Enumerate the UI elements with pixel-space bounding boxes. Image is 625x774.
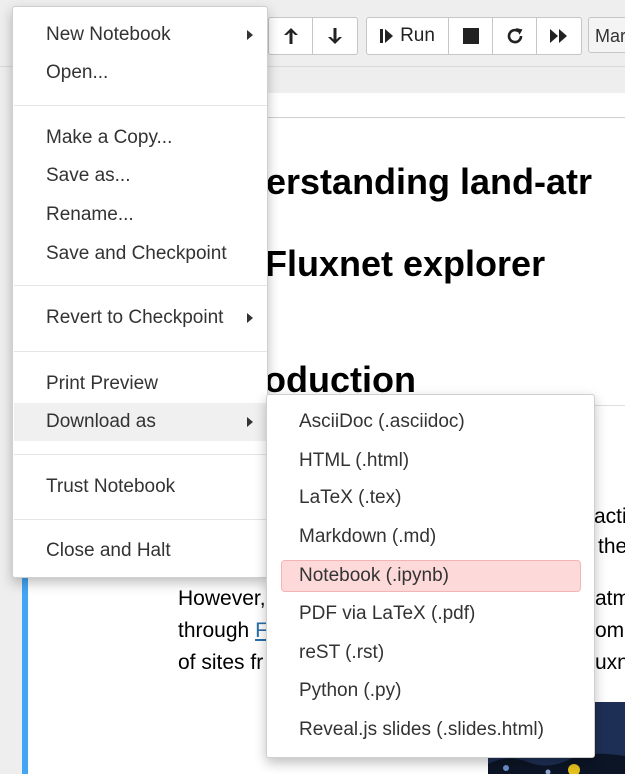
menu-divider: [14, 351, 267, 352]
menu-divider: [14, 285, 267, 286]
menu-item-label: Download as: [46, 411, 156, 432]
menu-item-open[interactable]: Open...: [14, 54, 267, 92]
menu-item-label: Save as...: [46, 165, 131, 186]
cell-type-select[interactable]: Markdown: [588, 17, 625, 53]
menu-item-label: Close and Halt: [46, 540, 171, 561]
paragraph-line: through F: [178, 615, 268, 647]
paragraph-line-end: om: [595, 619, 625, 642]
paragraph-line-end: atm: [595, 587, 625, 610]
menu-item-label: Print Preview: [46, 373, 158, 394]
download-latex[interactable]: LaTeX (.tex): [281, 482, 581, 514]
download-python[interactable]: Python (.py): [281, 675, 581, 707]
download-markdown[interactable]: Markdown (.md): [281, 521, 581, 553]
interrupt-kernel-button[interactable]: [449, 18, 493, 54]
menu-item-rename[interactable]: Rename...: [14, 196, 267, 234]
fast-forward-icon: [549, 28, 569, 44]
paragraph-line-end: uxn: [595, 651, 625, 674]
paragraph-text: through: [178, 619, 250, 642]
selected-cell-indicator: [22, 570, 28, 774]
notebook-heading-line2: Fluxnet explorer: [265, 243, 546, 284]
submenu-item-label: Reveal.js slides (.slides.html): [299, 719, 544, 740]
restart-kernel-button[interactable]: [493, 18, 537, 54]
menu-item-new-notebook[interactable]: New Notebook: [14, 16, 267, 54]
menu-item-label: Trust Notebook: [46, 476, 176, 497]
submenu-item-label: reST (.rst): [299, 642, 385, 663]
move-cell-down-button[interactable]: [313, 18, 357, 54]
run-button[interactable]: Run: [367, 18, 449, 54]
download-rest[interactable]: reST (.rst): [281, 637, 581, 669]
menu-item-close-halt[interactable]: Close and Halt: [14, 532, 267, 570]
arrow-up-icon: [283, 27, 299, 45]
submenu-item-label: Notebook (.ipynb): [299, 565, 449, 586]
menu-divider: [14, 105, 267, 106]
text-fragment: acti: [594, 505, 625, 528]
menu-item-make-copy[interactable]: Make a Copy...: [14, 119, 267, 157]
stop-icon: [462, 28, 479, 44]
move-cell-group: [268, 17, 358, 55]
text-fragment: the: [598, 535, 625, 558]
menu-item-trust-notebook[interactable]: Trust Notebook: [14, 468, 267, 506]
menu-item-label: Open...: [46, 62, 109, 83]
run-all-button[interactable]: [537, 18, 581, 54]
file-menu: New Notebook Open... Make a Copy... Save…: [12, 6, 268, 578]
download-notebook-ipynb[interactable]: Notebook (.ipynb): [281, 560, 581, 592]
menu-item-label: Revert to Checkpoint: [46, 307, 224, 328]
menu-item-label: New Notebook: [46, 24, 171, 45]
menu-item-download-as[interactable]: Download as: [14, 403, 267, 441]
submenu-item-label: Markdown (.md): [299, 526, 437, 547]
menu-item-label: Make a Copy...: [46, 127, 173, 148]
menu-item-label: Rename...: [46, 204, 134, 225]
move-cell-up-button[interactable]: [269, 18, 313, 54]
menu-item-label: Save and Checkpoint: [46, 243, 227, 264]
download-reveal-slides[interactable]: Reveal.js slides (.slides.html): [281, 714, 581, 746]
run-controls-group: Run: [366, 17, 582, 55]
submenu-caret-icon: [247, 30, 253, 40]
menu-item-save-as[interactable]: Save as...: [14, 157, 267, 195]
submenu-item-label: LaTeX (.tex): [299, 487, 402, 508]
run-button-label: Run: [400, 25, 435, 46]
submenu-item-label: PDF via LaTeX (.pdf): [299, 603, 476, 624]
menu-item-print-preview[interactable]: Print Preview: [14, 365, 267, 403]
download-as-submenu: AsciiDoc (.asciidoc) HTML (.html) LaTeX …: [266, 394, 595, 758]
restart-icon: [506, 27, 524, 45]
notebook-heading-line1: erstanding land-atr: [266, 161, 593, 202]
arrow-down-icon: [327, 27, 343, 45]
paragraph-line: of sites fr: [178, 651, 264, 674]
download-html[interactable]: HTML (.html): [281, 445, 581, 477]
submenu-item-label: AsciiDoc (.asciidoc): [299, 411, 465, 432]
submenu-caret-icon: [247, 313, 253, 323]
menu-divider: [14, 519, 267, 520]
download-asciidoc[interactable]: AsciiDoc (.asciidoc): [281, 406, 581, 438]
paragraph-line: However,: [178, 587, 266, 610]
submenu-caret-icon: [247, 417, 253, 427]
menu-item-revert-checkpoint[interactable]: Revert to Checkpoint: [14, 299, 267, 337]
download-pdf-latex[interactable]: PDF via LaTeX (.pdf): [281, 598, 581, 630]
submenu-item-label: HTML (.html): [299, 450, 410, 471]
submenu-item-label: Python (.py): [299, 680, 402, 701]
menu-item-save-checkpoint[interactable]: Save and Checkpoint: [14, 235, 267, 273]
menu-divider: [14, 454, 267, 455]
step-run-icon: [380, 28, 394, 44]
